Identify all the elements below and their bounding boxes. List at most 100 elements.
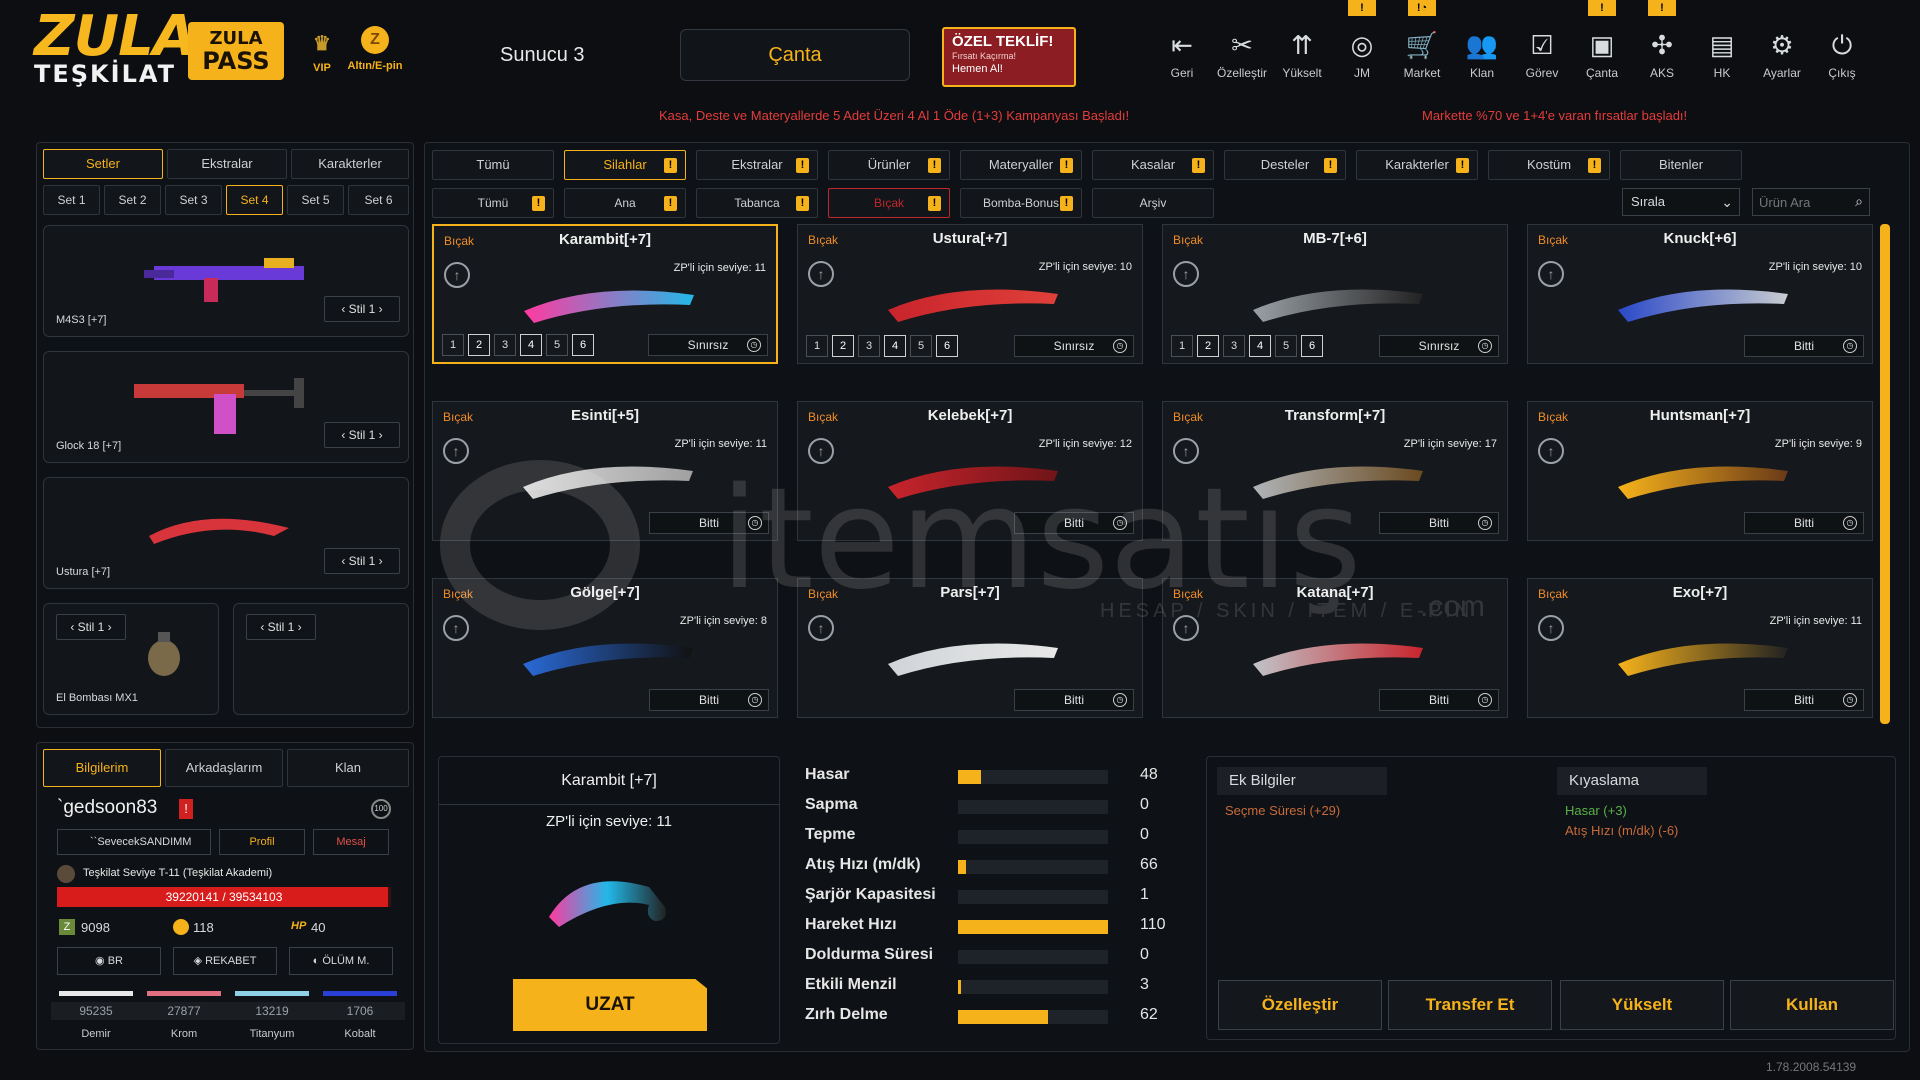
level-box[interactable]: 6	[936, 335, 958, 357]
zula-pass-button[interactable]: ZULA PASS	[188, 22, 284, 80]
nav-power-button[interactable]: ⏻ Çıkış	[1816, 28, 1868, 80]
level-box[interactable]: 4	[884, 335, 906, 357]
tab-arkadaslarim[interactable]: Arkadaşlarım	[165, 749, 283, 787]
upgrade-arrow-icon[interactable]: ↑	[1538, 438, 1564, 464]
melee-weapon-slot[interactable]: Ustura [+7] ‹ Stil 1 ›	[43, 477, 409, 589]
upgrade-arrow-icon[interactable]: ↑	[443, 615, 469, 641]
item-card[interactable]: Bıçak Ustura[+7] ZP'li için seviye: 10 ↑ 1 2 3…	[797, 224, 1143, 364]
subfilter-0-tab[interactable]: Tümü!	[432, 188, 554, 218]
transfer-button[interactable]: Transfer Et	[1388, 980, 1552, 1030]
level-box[interactable]: 6	[1301, 335, 1323, 357]
item-card[interactable]: Bıçak Huntsman[+7] ZP'li için seviye: 9 ↑ Bi…	[1527, 401, 1873, 541]
stil-selector[interactable]: ‹ Stil 1 ›	[324, 422, 400, 448]
search-input[interactable]	[1753, 189, 1843, 215]
item-card[interactable]: Bıçak Pars[+7] ↑ Bitti ◷	[797, 578, 1143, 718]
upgrade-arrow-icon[interactable]: ↑	[1173, 261, 1199, 287]
filter-8-tab[interactable]: Kostüm!	[1488, 150, 1610, 180]
nav-upgrade-button[interactable]: ⇈ Yükselt	[1276, 28, 1328, 80]
subfilter-4-tab[interactable]: Bomba-Bonus!	[960, 188, 1082, 218]
upgrade-arrow-icon[interactable]: ↑	[808, 615, 834, 641]
vip-button[interactable]: ♛ VIP	[302, 26, 342, 75]
level-box[interactable]: 4	[1249, 335, 1271, 357]
set-5-tab[interactable]: Set 5	[287, 185, 344, 215]
upgrade-arrow-icon[interactable]: ↑	[1173, 615, 1199, 641]
item-card[interactable]: Bıçak Kelebek[+7] ZP'li için seviye: 12 ↑ Bi…	[797, 401, 1143, 541]
canta-tab[interactable]: Çanta	[680, 29, 910, 81]
tab-karakterler[interactable]: Karakterler	[291, 149, 409, 179]
item-card[interactable]: Bıçak MB-7[+6] ↑ 1 2 3 4 5 6 Sınırsız ◷	[1162, 224, 1508, 364]
nav-coins-button[interactable]: ! ◎ JM	[1336, 0, 1388, 80]
stil-selector[interactable]: ‹ Stil 1 ›	[324, 296, 400, 322]
level-box[interactable]: 4	[520, 334, 542, 356]
set-6-tab[interactable]: Set 6	[348, 185, 409, 215]
message-button[interactable]: Mesaj	[313, 829, 389, 855]
upgrade-arrow-icon[interactable]: ↑	[808, 438, 834, 464]
level-box[interactable]: 1	[442, 334, 464, 356]
set-3-tab[interactable]: Set 3	[165, 185, 222, 215]
nav-cart-button[interactable]: !◔ 🛒 Market	[1396, 0, 1448, 80]
item-card[interactable]: Bıçak Esinti[+5] ZP'li için seviye: 11 ↑ Bit…	[432, 401, 778, 541]
level-box[interactable]: 2	[1197, 335, 1219, 357]
subfilter-1-tab[interactable]: Ana!	[564, 188, 686, 218]
customize-button[interactable]: Özelleştir	[1218, 980, 1382, 1030]
set-2-tab[interactable]: Set 2	[104, 185, 161, 215]
level-box[interactable]: 3	[1223, 335, 1245, 357]
tab-setler[interactable]: Setler	[43, 149, 163, 179]
item-card[interactable]: Bıçak Katana[+7] ↑ Bitti ◷	[1162, 578, 1508, 718]
level-box[interactable]: 2	[468, 334, 490, 356]
level-box[interactable]: 2	[832, 335, 854, 357]
nav-back-button[interactable]: ⇤ Geri	[1156, 28, 1208, 80]
item-card[interactable]: Bıçak Karambit[+7] ZP'li için seviye: 11 ↑ 1…	[432, 224, 778, 364]
nav-bag-button[interactable]: ! ▣ Çanta	[1576, 0, 1628, 80]
subfilter-3-tab[interactable]: Bıçak!	[828, 188, 950, 218]
stil-selector[interactable]: ‹ Stil 1 ›	[246, 614, 316, 640]
mode-olum-button[interactable]: ◐ ÖLÜM M.	[289, 947, 393, 975]
subfilter-2-tab[interactable]: Tabanca!	[696, 188, 818, 218]
tab-bilgilerim[interactable]: Bilgilerim	[43, 749, 161, 787]
extra-slot[interactable]: ‹ Stil 1 ›	[233, 603, 409, 715]
subfilter-5-tab[interactable]: Arşiv	[1092, 188, 1214, 218]
scrollbar[interactable]	[1880, 224, 1890, 724]
sort-dropdown[interactable]: Sırala ⌄	[1622, 188, 1740, 216]
filter-6-tab[interactable]: Desteler!	[1224, 150, 1346, 180]
nav-aks-button[interactable]: ! ✣ AKS	[1636, 0, 1688, 80]
level-box[interactable]: 5	[546, 334, 568, 356]
level-box[interactable]: 5	[1275, 335, 1297, 357]
filter-0-tab[interactable]: Tümü	[432, 150, 554, 180]
upgrade-arrow-icon[interactable]: ↑	[1173, 438, 1199, 464]
filter-9-tab[interactable]: Bitenler	[1620, 150, 1742, 180]
nav-gear-button[interactable]: ⚙ Ayarlar	[1756, 28, 1808, 80]
gold-epin-button[interactable]: Z Altın/E-pin	[340, 26, 410, 72]
special-offer-button[interactable]: ÖZEL TEKLİF! Fırsatı Kaçırma! Hemen Al!	[942, 27, 1076, 87]
extend-button[interactable]: UZAT	[513, 979, 707, 1031]
set-4-tab[interactable]: Set 4	[226, 185, 283, 215]
item-card[interactable]: Bıçak Gölge[+7] ZP'li için seviye: 8 ↑ Bitti…	[432, 578, 778, 718]
nav-clan-button[interactable]: 👥 Klan	[1456, 28, 1508, 80]
use-button[interactable]: Kullan	[1730, 980, 1894, 1030]
level-box[interactable]: 3	[858, 335, 880, 357]
mode-rekabet-button[interactable]: ◈ REKABET	[173, 947, 277, 975]
level-box[interactable]: 6	[572, 334, 594, 356]
profile-button[interactable]: Profil	[219, 829, 305, 855]
partner-button[interactable]: ``SevecekSANDIMM	[57, 829, 211, 855]
set-1-tab[interactable]: Set 1	[43, 185, 100, 215]
upgrade-arrow-icon[interactable]: ↑	[1538, 615, 1564, 641]
filter-2-tab[interactable]: Ekstralar!	[696, 150, 818, 180]
search-box[interactable]: ⌕	[1752, 188, 1870, 216]
filter-7-tab[interactable]: Karakterler!	[1356, 150, 1478, 180]
nav-wallet-button[interactable]: ▤ HK	[1696, 28, 1748, 80]
upgrade-arrow-icon[interactable]: ↑	[443, 438, 469, 464]
nav-task-button[interactable]: ☑ Görev	[1516, 28, 1568, 80]
upgrade-button[interactable]: Yükselt	[1560, 980, 1724, 1030]
tab-ekstralar[interactable]: Ekstralar	[167, 149, 287, 179]
filter-1-tab[interactable]: Silahlar!	[564, 150, 686, 180]
tab-klan[interactable]: Klan	[287, 749, 409, 787]
level-box[interactable]: 1	[806, 335, 828, 357]
item-card[interactable]: Bıçak Knuck[+6] ZP'li için seviye: 10 ↑ Bitt…	[1527, 224, 1873, 364]
filter-5-tab[interactable]: Kasalar!	[1092, 150, 1214, 180]
filter-3-tab[interactable]: Ürünler!	[828, 150, 950, 180]
item-card[interactable]: Bıçak Transform[+7] ZP'li için seviye: 17 ↑…	[1162, 401, 1508, 541]
stil-selector[interactable]: ‹ Stil 1 ›	[324, 548, 400, 574]
upgrade-arrow-icon[interactable]: ↑	[1538, 261, 1564, 287]
item-card[interactable]: Bıçak Exo[+7] ZP'li için seviye: 11 ↑ Bitti ◷	[1527, 578, 1873, 718]
